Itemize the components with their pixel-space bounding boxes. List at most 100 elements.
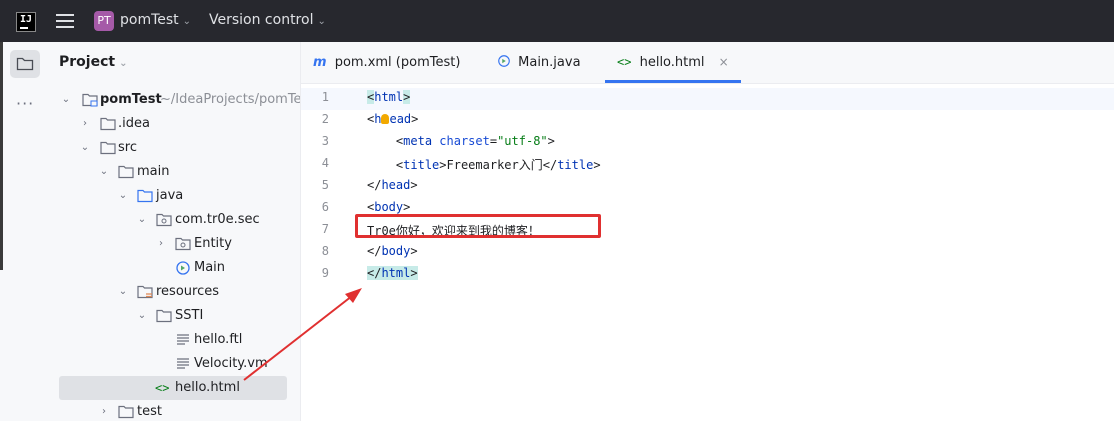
tree-item-label: SSTI [175, 308, 204, 323]
tag-name: html [381, 266, 411, 280]
source-folder-icon [137, 189, 153, 203]
code-line: <meta charset="utf-8"> [367, 134, 555, 148]
close-icon[interactable]: × [719, 55, 729, 69]
tree-item-label: Main [194, 260, 226, 275]
tree-item-test[interactable]: › test [48, 400, 300, 421]
chevron-down-icon[interactable]: ⌄ [60, 88, 72, 112]
tag-name: title [403, 158, 440, 172]
project-badge[interactable]: PT [94, 11, 114, 31]
chevron-down-icon[interactable]: ⌄ [117, 184, 129, 208]
tree-item-velocity-vm[interactable]: Velocity.vm [48, 352, 300, 376]
tag-name: html [374, 90, 404, 104]
lightbulb-icon[interactable] [381, 113, 390, 124]
project-tool-button[interactable] [10, 50, 40, 78]
chevron-down-icon[interactable]: ⌄ [136, 304, 148, 328]
code-line: </head> [367, 178, 418, 192]
title-bar: IJ PT pomTest ⌄ Version control ⌄ [0, 0, 1114, 42]
version-control-menu[interactable]: Version control ⌄ [209, 12, 326, 28]
chevron-down-icon[interactable]: ⌄ [79, 136, 91, 160]
chevron-down-icon[interactable]: ⌄ [117, 280, 129, 304]
code-line: <html> [367, 90, 411, 104]
chevron-down-icon[interactable]: ⌄ [98, 160, 110, 184]
tree-item-resources[interactable]: ⌄ resources [48, 280, 300, 304]
main-menu-icon[interactable] [56, 14, 74, 28]
folder-icon [118, 165, 134, 179]
tree-item-pomtest[interactable]: ⌄ pomTest ~/IdeaProjects/pomTe [48, 88, 300, 112]
line-number: 4 [321, 156, 329, 170]
intellij-logo-icon[interactable]: IJ [16, 12, 36, 32]
tree-item-package[interactable]: ⌄ com.tr0e.sec [48, 208, 300, 232]
end-tag-open: </ [542, 158, 558, 172]
code-line: </body> [367, 244, 418, 258]
chevron-right-icon[interactable]: › [98, 400, 110, 421]
line-number: 3 [321, 134, 329, 148]
tree-item-hello-html[interactable]: <> hello.html [59, 376, 287, 400]
tree-item-label: hello.ftl [194, 332, 243, 347]
maven-icon: m [313, 55, 327, 70]
editor-tabs: m pom.xml (pomTest) Main.java <> hello.h… [301, 42, 1114, 84]
tree-item-src[interactable]: ⌄ src [48, 136, 300, 160]
logo-text: IJ [20, 14, 33, 25]
tab-hello-html[interactable]: <> hello.html × [605, 42, 741, 83]
tag-close-bracket: > [411, 112, 419, 126]
tag-name-part: h [374, 112, 382, 126]
tree-item-label: resources [156, 284, 220, 299]
tree-item-label: src [118, 140, 137, 155]
text-file-icon [177, 334, 189, 345]
folder-icon [100, 117, 116, 131]
tree-item-label: Velocity.vm [194, 356, 268, 371]
tree-item-label: pomTest [100, 92, 162, 107]
chevron-down-icon[interactable]: ⌄ [136, 208, 148, 232]
panel-title-label: Project [59, 54, 116, 70]
tag-open-bracket: </ [367, 266, 382, 280]
tab-main-java[interactable]: Main.java [497, 42, 581, 83]
chevron-down-icon: ⌄ [119, 58, 128, 69]
text-file-icon [177, 358, 189, 369]
chevron-right-icon[interactable]: › [79, 112, 91, 136]
project-panel-title[interactable]: Project ⌄ [59, 54, 127, 70]
java-class-icon [498, 55, 510, 67]
tab-label: pom.xml (pomTest) [334, 55, 461, 70]
tree-item-label: test [137, 404, 162, 419]
tab-pom-xml[interactable]: m pom.xml (pomTest) [313, 42, 460, 83]
tag-close-bracket: > [439, 158, 447, 172]
line-number: 7 [321, 222, 329, 236]
tag-name: meta [403, 134, 433, 148]
code-line: <h ead> [367, 112, 418, 126]
tree-item-entity[interactable]: › Entity [48, 232, 300, 256]
tree-item-main[interactable]: ⌄ main [48, 160, 300, 184]
text-content: Freemarker入门 [446, 158, 543, 172]
tree-item-label: hello.html [175, 380, 240, 395]
tag-name: body [381, 244, 411, 258]
tag-close-bracket: > [410, 244, 418, 258]
code-line: <title>Freemarker入门</title> [367, 156, 601, 173]
folder-icon [16, 57, 34, 71]
tree-item-idea[interactable]: › .idea [48, 112, 300, 136]
html-file-icon: <> [617, 55, 632, 69]
tag-open-bracket: </ [367, 244, 382, 258]
code-line: <body> [367, 200, 410, 214]
package-icon [175, 237, 191, 251]
chevron-down-icon: ⌄ [182, 16, 192, 27]
project-switcher[interactable]: pomTest ⌄ [120, 12, 191, 28]
project-name: pomTest [120, 12, 179, 28]
tree-item-label: main [137, 164, 170, 179]
tag-name: body [374, 200, 404, 214]
chevron-right-icon[interactable]: › [155, 232, 167, 256]
attribute-value: "utf-8" [497, 134, 548, 148]
tree-item-java[interactable]: ⌄ java [48, 184, 300, 208]
tree-item-label: Entity [194, 236, 232, 251]
tree-item-main-class[interactable]: Main [48, 256, 300, 280]
tree-item-ssti[interactable]: ⌄ SSTI [48, 304, 300, 328]
line-number: 8 [321, 244, 329, 258]
code-editor[interactable]: 1 2 3 4 5 6 7 8 9 <html> <h ead> <meta ch… [301, 84, 1114, 421]
module-folder-icon [82, 93, 98, 107]
more-tool-windows-icon[interactable]: ··· [16, 94, 34, 113]
chevron-down-icon: ⌄ [317, 16, 326, 27]
tag-close-bracket: > [403, 200, 411, 214]
annotation-box [355, 214, 601, 238]
tree-item-label: com.tr0e.sec [175, 212, 260, 227]
tag-name: head [381, 178, 411, 192]
tree-item-hello-ftl[interactable]: hello.ftl [48, 328, 300, 352]
